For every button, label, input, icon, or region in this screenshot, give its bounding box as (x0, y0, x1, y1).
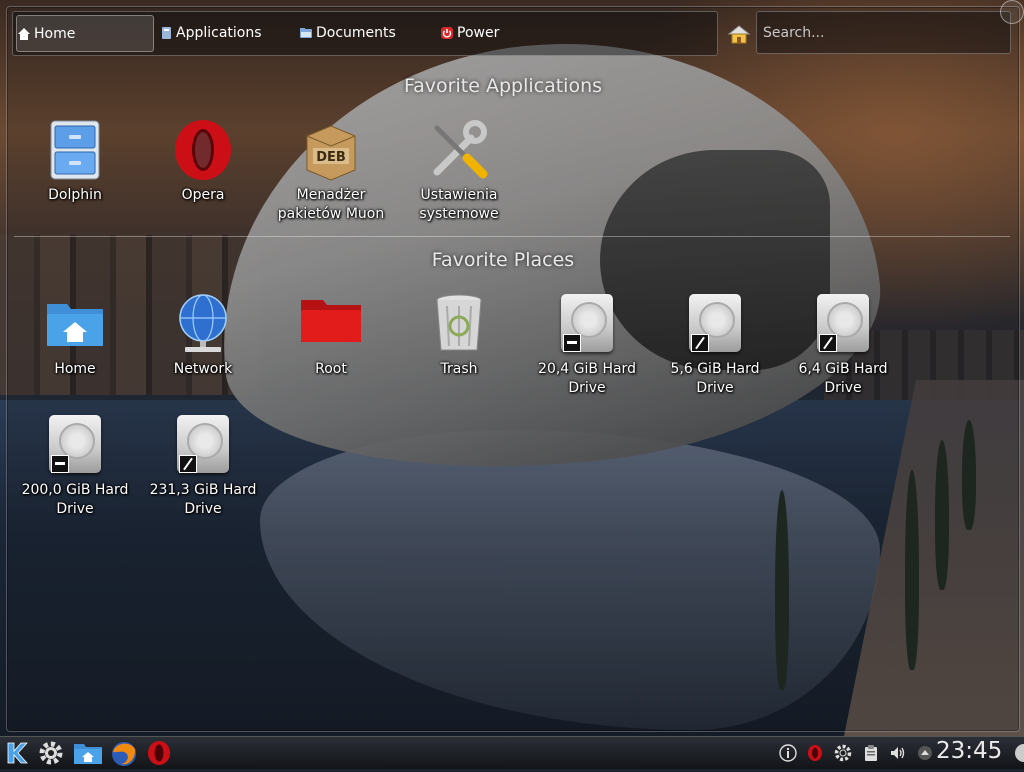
gear-icon (39, 741, 63, 765)
tray-settings[interactable] (834, 744, 852, 762)
tray-expand-button[interactable] (916, 744, 934, 762)
chevron-up-icon (918, 746, 932, 760)
home-icon (18, 27, 30, 40)
hard-drive-icon (43, 413, 107, 477)
favorite-place-label: 6,4 GiB Hard Drive (798, 361, 888, 396)
favorite-app-label: Opera (181, 187, 225, 203)
tab-applications[interactable]: Applications (159, 15, 289, 50)
usb-badge-icon (563, 334, 581, 352)
favorite-place-drive-200gib[interactable]: 200,0 GiB Hard Drive (13, 413, 137, 519)
favorite-place-label: 231,3 GiB Hard Drive (149, 482, 257, 517)
tab-documents[interactable]: Documents (299, 15, 429, 50)
favorite-applications-title: Favorite Applications (403, 75, 603, 97)
favorite-app-system-settings[interactable]: Ustawienia systemowe (397, 118, 521, 224)
favorite-app-muon-package-manager[interactable]: DEB Menadżer pakietów Muon (269, 118, 393, 224)
clock[interactable]: 23:45 (936, 738, 1002, 764)
favorite-place-drive-20gib[interactable]: 20,4 GiB Hard Drive (525, 292, 649, 398)
favorite-place-label: Home (54, 361, 96, 377)
hard-drive-icon (683, 292, 747, 356)
resize-corner-handle[interactable] (1000, 0, 1024, 24)
deb-package-icon: DEB (299, 118, 363, 182)
tray-opera[interactable] (806, 744, 824, 762)
firefox-icon (112, 742, 136, 766)
opera-icon (808, 745, 822, 761)
tab-home-label: Home (34, 25, 76, 42)
favorite-place-label: 200,0 GiB Hard Drive (21, 482, 129, 517)
tab-power-label: Power (457, 24, 500, 41)
favorite-app-label: Dolphin (48, 187, 102, 203)
system-settings-launcher[interactable] (38, 740, 64, 766)
tab-applications-label: Applications (176, 24, 262, 41)
tools-icon (427, 118, 491, 182)
panel-toolbox[interactable] (1006, 742, 1024, 762)
tab-power[interactable]: Power (440, 15, 550, 50)
search-input[interactable] (756, 11, 1011, 54)
favorite-place-network[interactable]: Network (141, 292, 265, 379)
kde-menu-button[interactable] (3, 740, 29, 766)
speaker-icon (891, 747, 905, 759)
favorite-place-drive-6gib[interactable]: 6,4 GiB Hard Drive (781, 292, 905, 398)
favorite-app-label: Ustawienia systemowe (419, 187, 499, 222)
home-folder-icon (43, 292, 107, 356)
tray-clipboard[interactable] (862, 744, 880, 762)
favorite-place-home[interactable]: Home (13, 292, 137, 379)
partition-badge-icon (179, 455, 197, 473)
favorite-place-drive-5gib[interactable]: 5,6 GiB Hard Drive (653, 292, 777, 398)
half-circle-icon (1015, 744, 1024, 762)
taskbar: 23:45 (0, 736, 1024, 769)
clipboard-icon (865, 745, 877, 761)
tab-home[interactable]: Home (16, 15, 154, 52)
hard-drive-icon (811, 292, 875, 356)
tray-notifications[interactable] (779, 744, 797, 762)
usb-badge-icon (51, 455, 69, 473)
hard-drive-icon (171, 413, 235, 477)
file-cabinet-icon (43, 118, 107, 182)
info-icon (779, 744, 797, 762)
favorite-place-drive-231gib[interactable]: 231,3 GiB Hard Drive (141, 413, 265, 519)
hard-drive-icon (555, 292, 619, 356)
network-globe-icon (171, 292, 235, 356)
file-manager-launcher[interactable] (73, 740, 103, 766)
applications-icon (162, 26, 171, 39)
opera-icon (148, 741, 170, 765)
favorite-place-trash[interactable]: Trash (397, 292, 521, 379)
favorite-place-label: Trash (440, 361, 478, 377)
opera-launcher[interactable] (146, 740, 172, 766)
favorite-place-label: Network (173, 361, 233, 377)
favorite-places-title: Favorite Places (431, 249, 575, 271)
house-icon (727, 25, 751, 44)
svg-text:DEB: DEB (316, 150, 346, 165)
gear-icon (834, 744, 852, 762)
tab-documents-label: Documents (316, 24, 396, 41)
favorite-place-label: 5,6 GiB Hard Drive (670, 361, 760, 396)
favorite-place-label: 20,4 GiB Hard Drive (538, 361, 636, 396)
favorite-app-dolphin[interactable]: Dolphin (13, 118, 137, 205)
red-folder-icon (299, 292, 363, 356)
partition-badge-icon (691, 334, 709, 352)
home-button[interactable] (726, 22, 752, 46)
trash-icon (427, 292, 491, 356)
favorite-place-root[interactable]: Root (269, 292, 393, 379)
launcher-tab-bar: Home Applications Documents Power (12, 11, 718, 56)
folder-icon (300, 27, 312, 38)
tray-volume[interactable] (889, 744, 907, 762)
power-icon (441, 26, 453, 39)
opera-icon (171, 118, 235, 182)
firefox-launcher[interactable] (109, 740, 139, 766)
kde-logo-icon (7, 742, 28, 764)
section-divider (14, 236, 1010, 237)
home-folder-icon (74, 744, 102, 764)
favorite-place-label: Root (315, 361, 347, 377)
favorite-app-opera[interactable]: Opera (141, 118, 265, 205)
partition-badge-icon (819, 334, 837, 352)
favorite-app-label: Menadżer pakietów Muon (277, 187, 385, 222)
